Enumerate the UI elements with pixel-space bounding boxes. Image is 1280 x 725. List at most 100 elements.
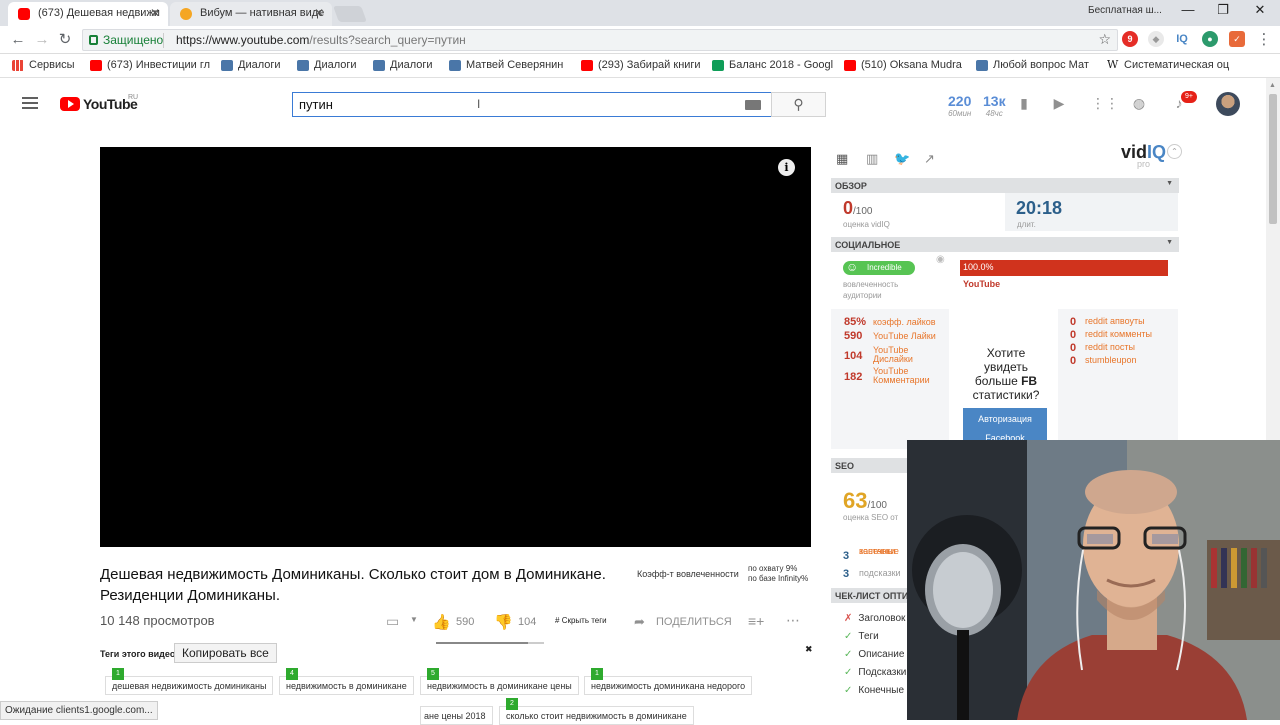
- share-icon[interactable]: ➦: [634, 614, 645, 630]
- button-line: Авторизация: [978, 414, 1032, 424]
- section-title: ОБЗОР: [835, 181, 867, 191]
- close-tags-icon[interactable]: ✖: [805, 644, 813, 655]
- vidiq-extension-icon[interactable]: IQ: [1174, 31, 1190, 47]
- overview-section-header[interactable]: ОБЗОР ▼: [831, 178, 1179, 193]
- messages-icon[interactable]: ◍: [1131, 96, 1147, 110]
- bookmark-label: (293) Забирай книги: [598, 59, 701, 71]
- video-actions: ▭ ▼ 👍 590 👎 104 # Скрыть теги ➦ ПОДЕЛИТЬ…: [386, 612, 806, 644]
- browser-tab[interactable]: Вибум — нативная виде ✕: [170, 2, 332, 26]
- url-path: /results?search_query=путин: [309, 33, 466, 47]
- copy-all-tags-button[interactable]: Копировать все: [174, 643, 277, 663]
- scroll-up-icon[interactable]: ▲: [1269, 82, 1276, 89]
- back-icon[interactable]: ←: [8, 30, 28, 50]
- stat-label: YouTube Комментарии: [873, 366, 930, 385]
- bookmark-item[interactable]: (293) Забирай книги: [581, 59, 701, 71]
- tag-chip[interactable]: ане цены 2018: [420, 706, 493, 725]
- profile-label[interactable]: Бесплатная ш...: [1088, 5, 1162, 16]
- tag-chip[interactable]: 1 недвижимость доминикана недорого: [584, 668, 753, 695]
- bookmark-item[interactable]: Диалоги: [221, 59, 281, 71]
- reach-line: по базе Infinity%: [748, 574, 809, 583]
- stat-value: 590: [844, 330, 863, 342]
- prompt-line: статистики?: [972, 388, 1040, 402]
- upload-video-icon[interactable]: ▶: [1051, 96, 1067, 110]
- stat-label: заставки: [859, 546, 896, 556]
- maximize-icon[interactable]: ❐: [1205, 2, 1241, 22]
- close-window-icon[interactable]: ✕: [1242, 2, 1278, 22]
- close-tab-icon[interactable]: ✕: [314, 6, 324, 20]
- yandex-extension-icon[interactable]: 9: [1122, 31, 1138, 47]
- minimize-icon[interactable]: —: [1170, 2, 1206, 22]
- bookmark-item[interactable]: Баланс 2018 - Googl: [712, 59, 833, 71]
- reload-icon[interactable]: ↻: [55, 30, 75, 50]
- grid-icon[interactable]: ▦: [836, 152, 854, 166]
- secure-label: Защищено: [103, 33, 164, 47]
- stat-value: 0: [1070, 355, 1077, 367]
- tag-chip[interactable]: 4 недвижимость в доминикане: [279, 668, 414, 695]
- bookmark-item[interactable]: Матвей Северянин: [449, 59, 563, 71]
- extension-icon[interactable]: ◆: [1148, 31, 1164, 47]
- address-bar[interactable]: Защищено https://www.youtube.com/results…: [82, 29, 1118, 51]
- search-input[interactable]: путин I: [292, 92, 772, 117]
- guide-menu-icon[interactable]: [22, 97, 38, 109]
- bookmark-item[interactable]: W Систематическая оц: [1107, 58, 1229, 71]
- add-to-playlist-icon[interactable]: ≡+: [748, 613, 764, 629]
- bookmark-item[interactable]: Диалоги: [297, 59, 357, 71]
- stat-value: 3: [843, 568, 850, 580]
- new-tab-button[interactable]: [333, 6, 367, 22]
- youtube-favicon-icon: [18, 8, 30, 20]
- bookmark-item[interactable]: Диалоги: [373, 59, 433, 71]
- like-icon[interactable]: 👍: [432, 613, 451, 631]
- analytics-icon[interactable]: ▮: [1016, 96, 1032, 110]
- tag-rank: 1: [112, 668, 124, 680]
- youtube-header: YouTube RU путин I ⚲ 220 60мин 13к 48чс ▮ …: [0, 78, 1266, 130]
- tag-chip[interactable]: 5 недвижимость в доминикане цены: [420, 668, 579, 695]
- bar-chart-icon[interactable]: ▥: [866, 152, 884, 166]
- stat-label: stumbleupon: [1085, 355, 1137, 365]
- menu-kebab-icon[interactable]: ⋮: [1254, 30, 1274, 50]
- tag-chip[interactable]: 2 сколько стоит недвижимость в доминикане: [499, 698, 694, 725]
- reddit-stats-panel: 0 reddit апвоуты 0 reddit комменты 0 reddit…: [1058, 309, 1178, 449]
- tab-title: Вибум — нативная виде: [200, 7, 325, 19]
- collapse-icon[interactable]: ⌃: [1167, 144, 1182, 159]
- checklist-item: ✓ Теги: [844, 631, 879, 642]
- eye-icon[interactable]: ◉: [936, 254, 945, 265]
- facebook-login-button[interactable]: Авторизация Facebook: [963, 408, 1047, 443]
- shield-extension-icon[interactable]: ✓: [1229, 31, 1245, 47]
- vidiq-pro-label: pro: [1136, 159, 1150, 169]
- chevron-down-icon[interactable]: ▼: [410, 615, 418, 624]
- duration-label: длит.: [1017, 220, 1036, 229]
- text-cursor-icon: I: [477, 97, 481, 111]
- reach-line: по охвату 9%: [748, 564, 798, 573]
- share-button[interactable]: ПОДЕЛИТЬСЯ: [656, 616, 732, 628]
- url-host: https://www.youtube.com: [176, 33, 310, 47]
- score-label: оценка vidIQ: [843, 220, 890, 229]
- scroll-thumb[interactable]: [1269, 94, 1277, 224]
- engagement-badge: Incredible: [843, 260, 915, 275]
- hide-tags-button[interactable]: # Скрыть теги: [555, 616, 607, 625]
- social-section-header[interactable]: СОЦИАЛЬНОЕ ▼: [831, 237, 1179, 252]
- extension-icon[interactable]: ●: [1202, 31, 1218, 47]
- close-tab-icon[interactable]: ✕: [150, 6, 160, 20]
- forward-icon[interactable]: →: [32, 30, 52, 50]
- bookmark-item[interactable]: (510) Oksana Mudra: [844, 59, 962, 71]
- keyboard-icon[interactable]: [745, 100, 761, 110]
- browser-tab-active[interactable]: (673) Дешевая недвижи ✕: [8, 2, 168, 26]
- tags-heading: Теги этого видео: [100, 649, 176, 659]
- tag-rank: 2: [506, 698, 518, 710]
- search-button[interactable]: ⚲: [771, 92, 826, 117]
- bookmark-item[interactable]: Любой вопрос Мат: [976, 59, 1089, 71]
- more-icon[interactable]: ⋯: [786, 612, 800, 629]
- url-text[interactable]: https://www.youtube.com/results?search_q…: [176, 33, 466, 47]
- apps-icon[interactable]: ⋮⋮: [1091, 96, 1119, 110]
- bookmark-item[interactable]: (673) Инвестиции гл: [90, 59, 210, 71]
- avatar[interactable]: [1216, 92, 1240, 116]
- playlist-add-icon[interactable]: ▭: [386, 613, 399, 630]
- video-player[interactable]: i: [100, 147, 811, 547]
- trend-icon[interactable]: ↗: [924, 152, 942, 166]
- dislike-icon[interactable]: 👎: [494, 613, 513, 631]
- info-icon[interactable]: i: [778, 159, 795, 176]
- bookmark-item[interactable]: Сервисы: [12, 59, 75, 71]
- twitter-icon[interactable]: 🐦: [894, 152, 912, 166]
- bookmark-star-icon[interactable]: ☆: [1098, 31, 1111, 48]
- tag-chip[interactable]: 1 дешевая недвижимость доминиканы: [105, 668, 274, 695]
